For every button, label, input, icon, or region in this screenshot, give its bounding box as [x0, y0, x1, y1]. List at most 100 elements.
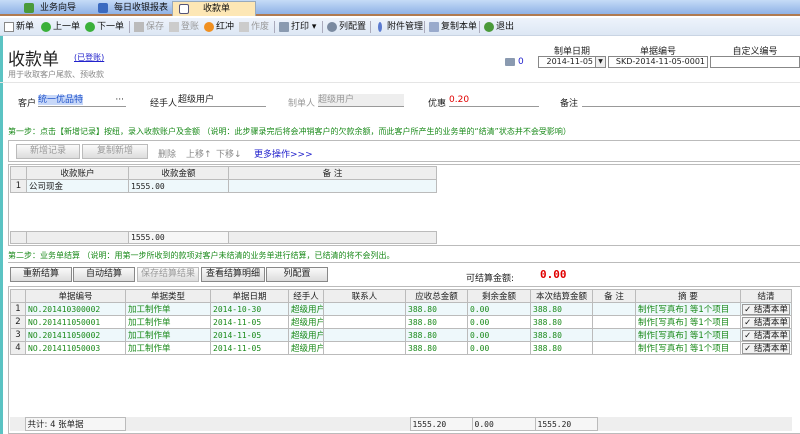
- table-row[interactable]: 2 NO.201411050001 加工制作单 2014-11-05 超级用户 388.8…: [10, 315, 792, 329]
- date-field[interactable]: 2014-11-05 ▼: [538, 56, 606, 68]
- copy-icon: [429, 22, 439, 32]
- cell-no: NO.201410300002: [25, 302, 126, 316]
- cell-due: 388.80: [405, 341, 468, 355]
- table-row[interactable]: 4 NO.201411050003 加工制作单 2014-11-05 超级用户 388.8…: [10, 341, 792, 355]
- cell-due: 388.80: [405, 328, 468, 342]
- exit-icon: [484, 22, 494, 32]
- number-field[interactable]: SKD-2014-11-05-0001: [608, 56, 708, 68]
- arrow-right-icon: [85, 22, 95, 32]
- tab-receipt[interactable]: 收款单: [172, 1, 256, 16]
- remark-field[interactable]: [582, 94, 800, 107]
- row-number: 1: [10, 302, 26, 316]
- available-amount-value: 0.00: [540, 268, 567, 281]
- cell-rest: 0.00: [467, 341, 531, 355]
- cell-date: 2014-11-05: [210, 328, 289, 342]
- settlement-table: 单据编号 单据类型 单据日期 经手人 联系人 应收总金额 剩余金额 本次结算金额备 注摘 要结…: [10, 289, 792, 355]
- move-down-button[interactable]: 下移↓: [216, 147, 242, 160]
- discount-label: 优惠: [428, 99, 447, 109]
- settlement-footer: 共计: 4 张单据 1555.20 0.00 1555.20: [10, 417, 792, 431]
- cell-rest: 0.00: [467, 315, 531, 329]
- cell-this: 388.80: [530, 328, 593, 342]
- cell-summary: 制作[写真布] 等1个项目: [635, 315, 741, 329]
- table-row[interactable]: 1 NO.201410300002 加工制作单 2014-10-30 超级用户 388.8…: [10, 302, 792, 316]
- copy-add-button[interactable]: 复制新增: [82, 144, 148, 159]
- row-number: 2: [10, 315, 26, 329]
- cell-no: NO.201411050001: [25, 315, 126, 329]
- attachments-button[interactable]: 附件管理: [374, 20, 423, 34]
- save-settlement-button[interactable]: 保存结算结果: [137, 267, 199, 282]
- column-config-button[interactable]: 列配置: [326, 20, 366, 34]
- settle-button[interactable]: ✓ 结清本单: [742, 342, 790, 354]
- save-button[interactable]: 保存: [133, 20, 164, 34]
- cell-no: NO.201411050003: [25, 341, 126, 355]
- page-title: 收款单: [8, 50, 59, 70]
- cell-this: 388.80: [530, 302, 593, 316]
- page-subtitle: 用于收取客户尾款、预收款: [8, 70, 104, 79]
- toolbar: 新单 上一单 下一单 保存 登账 红冲 作废 打印 ▾ 列配置 附件管理 复制本…: [0, 18, 800, 36]
- save-icon: [134, 22, 144, 32]
- add-record-button[interactable]: 新增记录: [16, 144, 80, 159]
- cell-handler: 超级用户: [288, 315, 324, 329]
- cell-remark: [592, 315, 636, 329]
- delete-button[interactable]: 删除: [158, 147, 176, 160]
- cell-type: 加工制作单: [125, 315, 211, 329]
- reverse-button[interactable]: 红冲: [203, 20, 234, 34]
- handler-label: 经手人: [150, 99, 178, 109]
- cell-remark: [592, 341, 636, 355]
- void-button[interactable]: 作废: [238, 20, 269, 34]
- next-button[interactable]: 下一单: [84, 20, 124, 34]
- cell-due: 388.80: [405, 302, 468, 316]
- cell-rest: 0.00: [467, 328, 531, 342]
- prev-button[interactable]: 上一单: [40, 20, 80, 34]
- table-row[interactable]: 1 公司现金 1555.00: [10, 179, 437, 193]
- cell-no: NO.201411050002: [25, 328, 126, 342]
- customer-field[interactable]: 统一优品特 ···: [38, 94, 126, 107]
- custom-number-field[interactable]: [710, 56, 800, 68]
- row-number: 3: [10, 328, 26, 342]
- remark-label: 备注: [560, 99, 579, 109]
- chevron-down-icon[interactable]: ▼: [595, 57, 605, 67]
- cell-remark: [592, 328, 636, 342]
- view-detail-button[interactable]: 查看结算明细: [201, 267, 265, 282]
- settle-button[interactable]: ✓ 结清本单: [742, 329, 790, 341]
- table-row[interactable]: 3 NO.201411050002 加工制作单 2014-11-05 超级用户 388.8…: [10, 328, 792, 342]
- total-row: 1555.00: [10, 231, 437, 244]
- cell-date: 2014-10-30: [210, 302, 289, 316]
- column-config-button-2[interactable]: 列配置: [266, 267, 328, 282]
- discount-field[interactable]: 0.20: [449, 94, 539, 107]
- move-up-button[interactable]: 上移↑: [186, 147, 212, 160]
- document-icon: [179, 4, 189, 14]
- exit-button[interactable]: 退出: [483, 20, 514, 34]
- paperclip-icon: [378, 22, 382, 32]
- creator-label: 制单人: [288, 99, 316, 109]
- cell-date: 2014-11-05: [210, 341, 289, 355]
- cell-type: 加工制作单: [125, 341, 211, 355]
- cell-remark: [592, 302, 636, 316]
- settle-button[interactable]: ✓ 结清本单: [742, 303, 790, 315]
- auto-settle-button[interactable]: 自动结算: [73, 267, 135, 282]
- cell-contact: [323, 302, 406, 316]
- cell-this: 388.80: [530, 315, 593, 329]
- recalculate-button[interactable]: 重新结算: [10, 267, 72, 282]
- ellipsis-icon[interactable]: ···: [115, 94, 124, 107]
- copy-button[interactable]: 复制本单: [428, 20, 477, 34]
- gear-icon: [327, 22, 337, 32]
- accounts-table: 收款账户 收款金额备 注 1 公司现金 1555.00 1555.00: [10, 166, 437, 244]
- tab-daily-report[interactable]: 每日收银报表: [92, 1, 172, 16]
- cell-type: 加工制作单: [125, 328, 211, 342]
- creator-field: 超级用户: [318, 94, 404, 107]
- available-amount-label: 可结算金额:: [466, 274, 515, 284]
- cell-date: 2014-11-05: [210, 315, 289, 329]
- settle-button[interactable]: ✓ 结清本单: [742, 316, 790, 328]
- cell-type: 加工制作单: [125, 302, 211, 316]
- status-link[interactable]: (已登账): [74, 52, 104, 63]
- post-button[interactable]: 登账: [168, 20, 199, 34]
- printer-icon: [279, 22, 289, 32]
- more-actions-link[interactable]: 更多操作>>>: [254, 147, 313, 160]
- void-icon: [239, 22, 249, 32]
- tab-business-guide[interactable]: 业务向导: [18, 1, 90, 16]
- print-button[interactable]: 打印 ▾: [278, 20, 316, 34]
- handler-field[interactable]: 超级用户: [178, 94, 266, 107]
- cell-handler: 超级用户: [288, 328, 324, 342]
- new-button[interactable]: 新单: [3, 20, 34, 34]
